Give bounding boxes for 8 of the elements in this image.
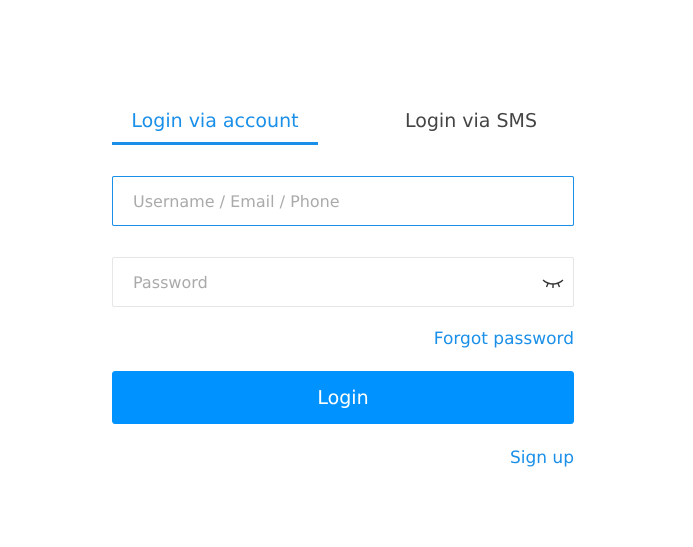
sign-up-link[interactable]: Sign up xyxy=(510,448,574,468)
closed-eye-icon[interactable] xyxy=(542,279,564,289)
login-button[interactable]: Login xyxy=(112,371,574,424)
username-field[interactable]: Username / Email / Phone xyxy=(112,176,574,226)
tab[interactable]: Login via account xyxy=(112,106,318,145)
tab[interactable]: Login via SMS xyxy=(368,106,574,145)
forgot-password-link[interactable]: Forgot password xyxy=(434,329,574,349)
password-field[interactable]: Password xyxy=(112,257,574,307)
